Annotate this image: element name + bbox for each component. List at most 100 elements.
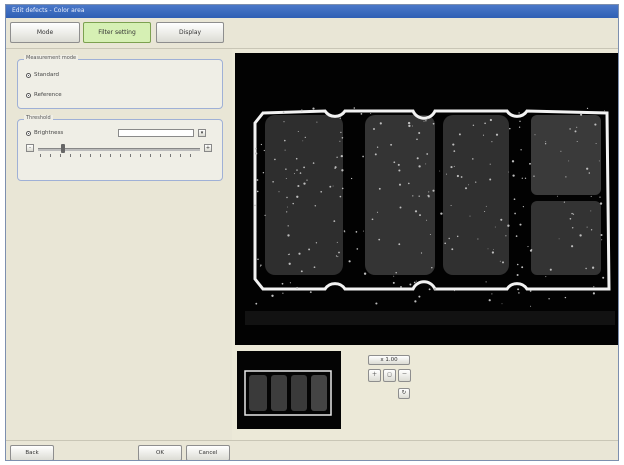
noise-speckle xyxy=(453,150,456,152)
slider-tick xyxy=(160,154,161,157)
noise-speckle xyxy=(576,140,578,143)
noise-speckle xyxy=(282,111,285,114)
noise-speckle xyxy=(362,155,364,158)
zoom-out-icon[interactable]: － xyxy=(398,369,411,382)
noise-speckle xyxy=(376,211,379,213)
noise-speckle xyxy=(339,117,341,119)
cancel-button[interactable]: Cancel xyxy=(186,445,230,460)
slider-tick xyxy=(130,154,131,157)
radio-button[interactable] xyxy=(26,92,31,98)
radio-standard[interactable]: Standard xyxy=(26,70,59,80)
noise-speckle xyxy=(579,234,582,237)
tab-filter-setting[interactable]: Filter setting xyxy=(83,22,151,43)
noise-speckle xyxy=(507,224,510,227)
increment-button[interactable]: + xyxy=(204,144,212,152)
noise-speckle xyxy=(439,170,441,172)
noise-speckle xyxy=(491,141,493,143)
noise-speckle xyxy=(299,172,302,174)
radio-label: Reference xyxy=(34,92,62,98)
noise-speckle xyxy=(338,251,340,254)
tab-display[interactable]: Display xyxy=(156,22,224,43)
decrement-button[interactable]: - xyxy=(26,144,34,152)
noise-speckle xyxy=(256,190,259,193)
noise-speckle xyxy=(414,210,418,213)
noise-speckle xyxy=(529,290,532,292)
noise-speckle xyxy=(448,237,450,240)
noise-speckle xyxy=(390,143,393,146)
noise-speckle xyxy=(373,128,375,130)
noise-speckle xyxy=(432,189,435,192)
zoom-fit-icon[interactable]: ◻ xyxy=(383,369,396,382)
noise-speckle xyxy=(599,196,601,198)
noise-speckle xyxy=(565,176,567,178)
noise-speckle xyxy=(428,288,431,291)
noise-speckle xyxy=(292,202,294,205)
noise-speckle xyxy=(412,125,414,127)
noise-speckle xyxy=(257,258,259,261)
noise-speckle xyxy=(370,113,372,114)
noise-speckle xyxy=(518,292,520,294)
ok-button[interactable]: OK xyxy=(138,445,182,460)
noise-speckle xyxy=(286,206,288,208)
slider-tick xyxy=(150,154,151,157)
radio-reference[interactable]: Reference xyxy=(26,90,62,100)
noise-speckle xyxy=(534,134,536,136)
noise-speckle xyxy=(363,272,367,275)
noise-speckle xyxy=(456,174,459,178)
noise-speckle xyxy=(293,173,295,175)
noise-speckle xyxy=(495,133,499,136)
noise-speckle xyxy=(272,181,274,183)
noise-speckle xyxy=(511,160,515,163)
noise-speckle xyxy=(283,121,285,123)
slider-tick xyxy=(180,154,181,157)
noise-speckle xyxy=(427,117,429,120)
radio-label: Standard xyxy=(34,72,60,78)
noise-speckle xyxy=(604,110,605,112)
noise-speckle xyxy=(393,161,396,164)
noise-speckle xyxy=(477,238,479,240)
noise-speckle xyxy=(522,206,524,208)
noise-speckle xyxy=(378,238,381,241)
noise-speckle xyxy=(320,190,323,193)
radio-button[interactable] xyxy=(26,130,31,136)
noise-speckle xyxy=(602,276,605,279)
dropdown-button[interactable]: ▾ xyxy=(198,129,206,137)
noise-speckle xyxy=(454,290,455,292)
noise-speckle xyxy=(313,266,316,269)
image-thumbnail[interactable] xyxy=(237,351,341,429)
refresh-icon[interactable]: ↻ xyxy=(398,388,410,399)
noise-speckle xyxy=(297,184,300,188)
param-row[interactable]: Brightness xyxy=(26,128,63,138)
noise-speckle xyxy=(571,227,574,229)
threshold-value-input[interactable] xyxy=(118,129,194,137)
radio-button[interactable] xyxy=(26,72,31,78)
noise-speckle xyxy=(493,248,495,250)
noise-speckle xyxy=(398,243,401,246)
noise-speckle xyxy=(533,175,535,177)
noise-speckle xyxy=(468,184,470,186)
noise-speckle xyxy=(505,235,507,237)
tab-mode[interactable]: Mode xyxy=(10,22,80,43)
noise-speckle xyxy=(393,275,395,277)
noise-speckle xyxy=(397,163,400,166)
back-button[interactable]: Back xyxy=(10,445,54,460)
noise-speckle xyxy=(376,146,379,148)
tab-bar: Mode Filter setting Display xyxy=(6,18,618,49)
noise-speckle xyxy=(398,169,401,172)
noise-speckle xyxy=(432,122,435,125)
noise-speckle xyxy=(598,160,600,162)
noise-speckle xyxy=(425,163,427,165)
noise-speckle xyxy=(378,187,381,190)
camera-image[interactable] xyxy=(235,53,618,345)
noise-speckle xyxy=(469,215,471,217)
noise-speckle xyxy=(355,231,358,233)
inspection-image xyxy=(235,53,618,345)
noise-speckle xyxy=(450,166,453,169)
noise-speckle xyxy=(315,242,318,244)
zoom-in-icon[interactable]: ＋ xyxy=(368,369,381,382)
noise-speckle xyxy=(274,158,276,161)
noise-speckle xyxy=(341,187,344,190)
noise-speckle xyxy=(350,177,353,180)
threshold-slider-thumb[interactable] xyxy=(61,144,65,153)
noise-speckle xyxy=(375,302,378,305)
